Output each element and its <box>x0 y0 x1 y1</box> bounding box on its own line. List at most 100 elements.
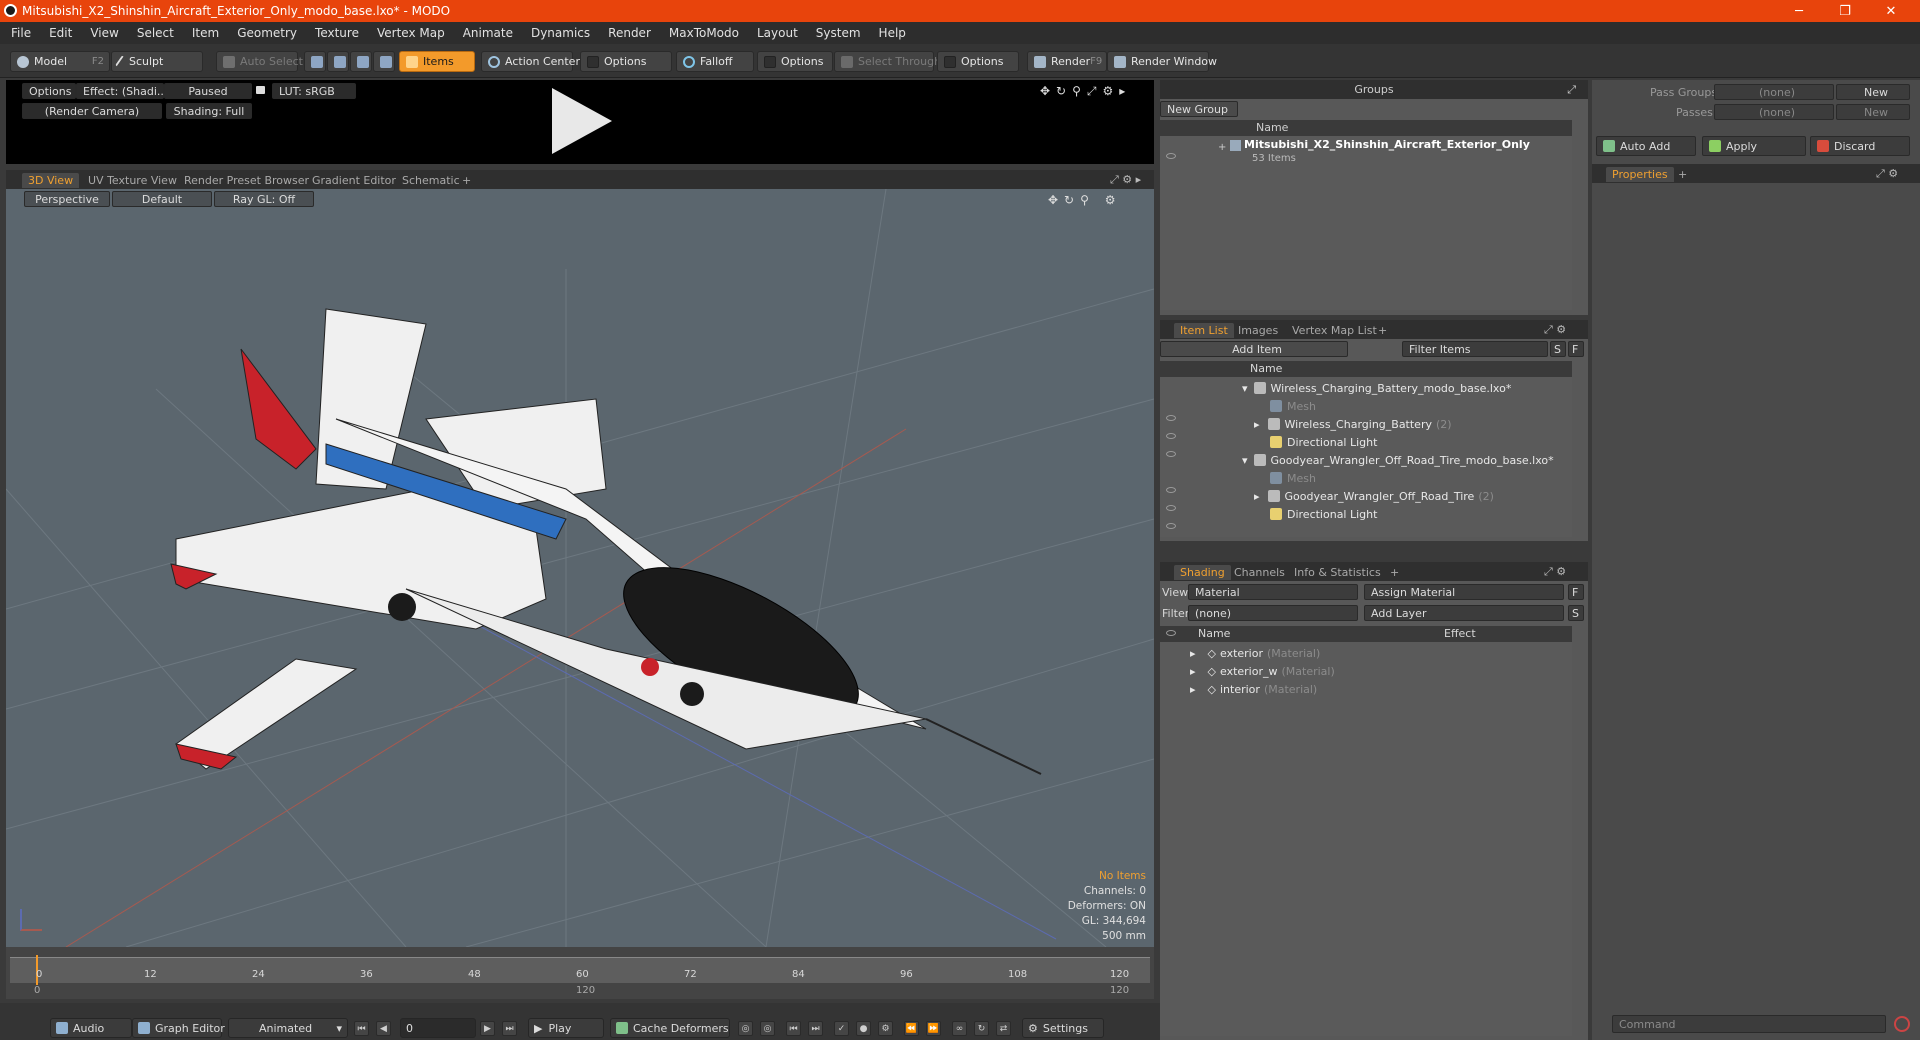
frame-input[interactable]: 0 <box>400 1018 476 1038</box>
panel-options-icon[interactable]: ⤢ ⚙ <box>1544 323 1566 337</box>
preview-nav-icons[interactable]: ✥↻⚲⤢⚙▸ <box>1040 84 1140 98</box>
panel-options-icon[interactable]: ⤢ ⚙ <box>1876 167 1898 181</box>
select-through-options-button[interactable]: Options <box>937 51 1019 72</box>
render-camera-dropdown[interactable]: (Render Camera) <box>22 103 162 119</box>
rewind-icon[interactable]: ⏪ <box>904 1021 919 1036</box>
eye-icon[interactable] <box>1166 451 1176 457</box>
menu-help[interactable]: Help <box>870 26 915 40</box>
discard-button[interactable]: Discard <box>1810 136 1910 156</box>
animated-dropdown[interactable]: Animated ▾ <box>228 1018 348 1038</box>
view-dropdown[interactable]: Material <box>1188 584 1358 600</box>
filter-dropdown[interactable]: (none) <box>1188 605 1358 621</box>
menu-system[interactable]: System <box>807 26 870 40</box>
group-name[interactable]: Mitsubishi_X2_Shinshin_Aircraft_Exterior… <box>1244 138 1530 151</box>
list-item[interactable]: ▾ Goodyear_Wrangler_Off_Road_Tire_modo_ba… <box>1242 451 1554 469</box>
expand-plus-icon[interactable]: + <box>1218 142 1226 153</box>
graph-editor-button[interactable]: Graph Editor <box>132 1018 225 1038</box>
filter-s-button[interactable]: S <box>1550 341 1566 357</box>
add-item-dropdown[interactable]: Add Item <box>1160 341 1348 357</box>
falloff-options-button[interactable]: Options <box>757 51 833 72</box>
menu-dynamics[interactable]: Dynamics <box>522 26 599 40</box>
add-tab-icon[interactable]: + <box>1372 323 1393 338</box>
list-item[interactable]: ▸ ◇ interior (Material) <box>1190 680 1317 698</box>
audio-button[interactable]: Audio <box>50 1018 132 1038</box>
list-item[interactable]: ▸ Goodyear_Wrangler_Off_Road_Tire (2) <box>1254 487 1494 505</box>
auto-select-button[interactable]: Auto Select <box>216 51 303 72</box>
prev-key-icon[interactable]: ⏮ <box>786 1021 801 1036</box>
tab-3d-view[interactable]: 3D View <box>22 173 80 188</box>
step-back-icon[interactable]: ◀ <box>376 1021 391 1036</box>
new-pass-group-button[interactable]: New <box>1836 84 1910 100</box>
command-input[interactable]: Command <box>1612 1015 1886 1033</box>
model-mode-button[interactable]: Model F2 <box>10 51 110 72</box>
add-tab-icon[interactable]: + <box>456 173 477 188</box>
action-center-button[interactable]: Action Center <box>481 51 580 72</box>
panel-options-icon[interactable]: ⤢ ⚙ <box>1544 565 1566 579</box>
eye-icon[interactable] <box>1166 523 1176 529</box>
list-item[interactable]: ▾ Wireless_Charging_Battery_modo_base.lxo… <box>1242 379 1511 397</box>
3d-viewport[interactable]: Perspective Default Ray GL: Off ✥↻⚲ ⚙ No… <box>6 189 1154 947</box>
step-forward-icon[interactable]: ▶ <box>480 1021 495 1036</box>
tab-images[interactable]: Images <box>1232 323 1284 338</box>
items-mode-button[interactable]: Items <box>399 51 475 72</box>
render-window-button[interactable]: Render Window <box>1107 51 1217 72</box>
materials-mode-button[interactable] <box>373 51 395 72</box>
eye-icon[interactable] <box>1166 153 1176 159</box>
eye-icon[interactable] <box>1166 487 1176 493</box>
assign-material-button[interactable]: Assign Material <box>1364 584 1564 600</box>
sync-icon[interactable]: ⇄ <box>996 1021 1011 1036</box>
list-item[interactable]: ▸ ◇ exterior (Material) <box>1190 644 1320 662</box>
list-item[interactable]: Mesh <box>1270 469 1316 487</box>
go-to-end-icon[interactable]: ⏭ <box>502 1021 517 1036</box>
render-button[interactable]: Render F9 <box>1027 51 1107 72</box>
tab-shading[interactable]: Shading <box>1174 565 1231 580</box>
menu-vertex-map[interactable]: Vertex Map <box>368 26 454 40</box>
tab-gradient-editor[interactable]: Gradient Editor <box>306 173 402 188</box>
preview-paused-button[interactable]: Paused <box>164 83 252 99</box>
key-icon-1[interactable]: ◎ <box>738 1021 753 1036</box>
lock-icon[interactable] <box>256 86 265 94</box>
menu-geometry[interactable]: Geometry <box>228 26 306 40</box>
expand-icon[interactable]: ⤢ ⚙ ▸ <box>1110 173 1141 187</box>
timeline[interactable]: 0 12 24 36 48 60 72 84 96 108 120 0 120 … <box>6 947 1154 999</box>
tab-render-preset-browser[interactable]: Render Preset Browser <box>178 173 315 188</box>
settings-button[interactable]: ⚙ Settings <box>1022 1018 1104 1038</box>
add-layer-dropdown[interactable]: Add Layer <box>1364 605 1564 621</box>
preview-effect-dropdown[interactable]: Effect: (Shadi... <box>76 83 164 99</box>
pass-groups-dropdown[interactable]: (none) <box>1714 84 1834 100</box>
eye-icon[interactable] <box>1166 415 1176 421</box>
vertices-mode-button[interactable] <box>304 51 326 72</box>
expand-icon[interactable]: ⤢ <box>1567 80 1576 99</box>
key-filter-icon[interactable]: ⚙ <box>878 1021 893 1036</box>
menu-render[interactable]: Render <box>599 26 660 40</box>
list-item[interactable]: Directional Light <box>1270 505 1377 523</box>
edges-mode-button[interactable] <box>327 51 349 72</box>
restore-button[interactable]: ❐ <box>1822 0 1868 22</box>
filter-items-input[interactable]: Filter Items <box>1402 341 1548 357</box>
shading-s-button[interactable]: S <box>1568 605 1584 621</box>
eye-icon[interactable] <box>1166 433 1176 439</box>
list-item[interactable]: Mesh <box>1270 397 1316 415</box>
preview-options-button[interactable]: Options <box>22 83 76 99</box>
menu-animate[interactable]: Animate <box>454 26 522 40</box>
record-icon[interactable]: ● <box>856 1021 871 1036</box>
passes-dropdown[interactable]: (none) <box>1714 104 1834 120</box>
new-pass-button[interactable]: New <box>1836 104 1910 120</box>
menu-texture[interactable]: Texture <box>306 26 368 40</box>
shading-dropdown[interactable]: Shading: Full <box>166 103 252 119</box>
auto-key-icon[interactable]: ✓ <box>834 1021 849 1036</box>
select-through-button[interactable]: Select Through <box>834 51 941 72</box>
tab-vertex-map-list[interactable]: Vertex Map List <box>1286 323 1383 338</box>
new-group-button[interactable]: New Group <box>1160 101 1238 117</box>
menu-file[interactable]: File <box>2 26 40 40</box>
apply-button[interactable]: Apply <box>1702 136 1806 156</box>
tab-channels[interactable]: Channels <box>1228 565 1291 580</box>
falloff-button[interactable]: Falloff <box>676 51 754 72</box>
tab-info-statistics[interactable]: Info & Statistics <box>1288 565 1387 580</box>
forward-icon[interactable]: ⏩ <box>926 1021 941 1036</box>
add-tab-icon[interactable]: + <box>1672 167 1693 182</box>
menu-select[interactable]: Select <box>128 26 183 40</box>
loop-icon[interactable]: ↻ <box>974 1021 989 1036</box>
next-key-icon[interactable]: ⏭ <box>808 1021 823 1036</box>
menu-maxtomodo[interactable]: MaxToModo <box>660 26 748 40</box>
